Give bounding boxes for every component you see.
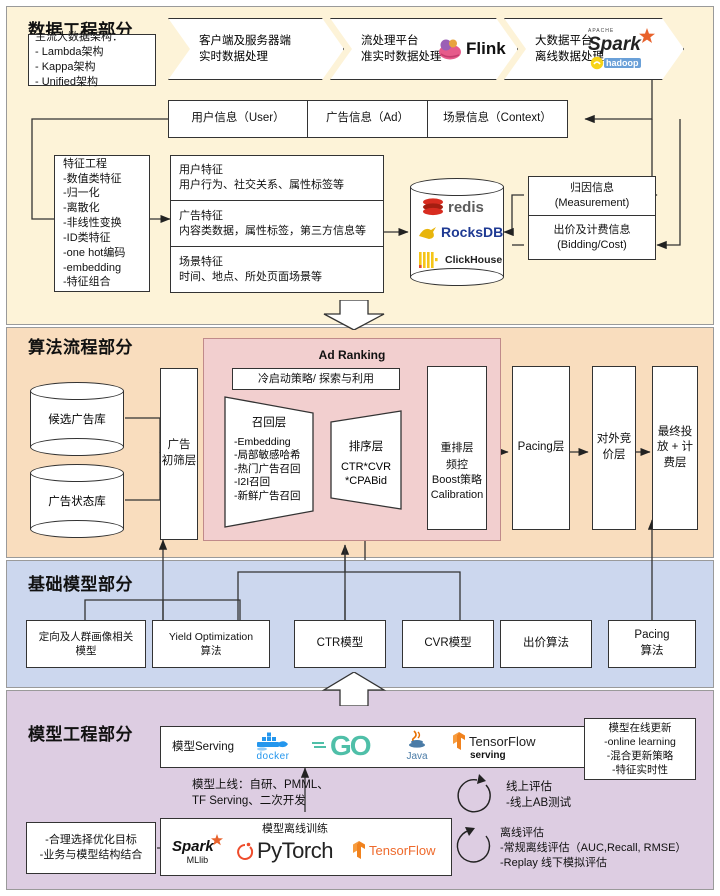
auction-layer-box: 对外竞 价层 [592, 366, 636, 530]
pacing-layer-box: Pacing层 [512, 366, 570, 530]
base-model-ctr: CTR模型 [294, 620, 386, 668]
base-model-cvr-label: CVR模型 [424, 637, 472, 650]
base-model-yield-opt: Yield Optimization 算法 [152, 620, 270, 668]
model-serving-label: 模型Serving [172, 741, 234, 753]
objective-box: -合理选择优化目标 -业务与模型结构结合 [26, 822, 156, 874]
down-arrow-data-to-algorithm [323, 300, 385, 330]
pipeline-stage-realtime-label: 客户端及服务器端 实时数据处理 [199, 34, 291, 63]
spark-logo: APACHE Spark [588, 28, 655, 56]
rocksdb-logo: RocksDB [418, 224, 503, 240]
spark-mllib-logo: Spark MLlib [172, 834, 223, 865]
recall-layer-label: 召回层 [251, 417, 287, 429]
feature-user-box: 用户特征 用户行为、社交关系、属性标签等 [170, 155, 384, 201]
candidate-ad-pool-cylinder: 候选广告库 [30, 382, 124, 456]
online-update-box: 模型在线更新 -online learning -混合更新策略 -特征实时性 [584, 718, 696, 780]
section-title-model-engineering: 模型工程部分 [28, 725, 133, 744]
redis-label: redis [448, 198, 484, 216]
tensorflow-serving-logo: TensorFlow serving [452, 732, 535, 761]
bigdata-architecture-box: 主流大数据架构： - Lambda架构 - Kappa架构 - Unified架… [28, 31, 156, 88]
mllib-label: MLlib [186, 855, 209, 865]
feature-context-text: 场景特征 时间、地点、所处页面场景等 [179, 255, 322, 283]
rank-layer-label: 排序层 [348, 441, 384, 453]
rank-layer: 排序层 CTR*CVR *CPABid [330, 410, 402, 510]
online-eval-loop-icon [457, 774, 491, 813]
measurement-text: 归因信息 (Measurement) [554, 182, 630, 209]
delivery-layer-box: 最终投 放 + 计 费层 [652, 366, 698, 530]
ad-status-pool-cylinder: 广告状态库 [30, 464, 124, 538]
section-title-base-model: 基础模型部分 [28, 575, 133, 594]
flink-logo: Flink [438, 38, 506, 60]
rerank-layer-box: 重排层 [427, 366, 487, 530]
docker-logo: docker [256, 731, 290, 762]
base-model-targeting: 定向及人群画像相关 模型 [26, 620, 146, 668]
base-model-pacing-label: Pacing 算法 [634, 629, 670, 657]
go-logo: GO [312, 730, 372, 761]
recall-layer-items: -Embedding -局部敏感哈希 -热门广告召回 -I2I召回 -新鲜广告召… [234, 436, 301, 502]
pipeline-stage-realtime: 客户端及服务器端 实时数据处理 [168, 18, 344, 80]
rerank-layer-text: 重排层 [440, 441, 474, 454]
delivery-layer-label: 最终投 放 + 计 费层 [656, 425, 694, 469]
clickhouse-logo: ClickHouse [418, 250, 502, 270]
feature-context-box: 场景特征 时间、地点、所处页面场景等 [170, 247, 384, 293]
base-model-pacing: Pacing 算法 [608, 620, 696, 668]
ad-ranking-title: Ad Ranking [318, 348, 386, 362]
auction-layer-label: 对外竞 价层 [596, 433, 632, 461]
clickhouse-label: ClickHouse [445, 254, 503, 266]
feature-user-text: 用户特征 用户行为、社交关系、属性标签等 [179, 164, 344, 191]
coldstart-strategy-box: 冷启动策略/ 探索与利用 [232, 368, 400, 390]
base-model-bidding-label: 出价算法 [523, 637, 569, 650]
offline-eval-label: 离线评估 -常规离线评估（AUC,Recall, RMSE） -Replay 线… [500, 827, 687, 869]
rerank-layer-items: 频控 Boost策略 Calibration [430, 459, 484, 501]
section-title-algorithm-flow: 算法流程部分 [28, 338, 133, 357]
measurement-box: 归因信息 (Measurement) [528, 176, 656, 216]
objective-text: -合理选择优化目标 -业务与模型结构结合 [39, 834, 143, 861]
java-logo: Java [406, 729, 428, 762]
prefilter-layer-label: 广告 初筛层 [161, 439, 197, 467]
feature-engineering-box: 特征工程 -数值类特征 -归一化 -离散化 -非线性变换 -ID类特征 -one… [54, 155, 150, 292]
feature-ad-text: 广告特征 内容类数据，属性标签，第三方信息等 [179, 209, 366, 237]
online-eval-label: 线上评估 -线上AB测试 [506, 781, 572, 809]
base-model-yield-opt-label: Yield Optimization 算法 [168, 630, 254, 657]
feature-ad-box: 广告特征 内容类数据，属性标签，第三方信息等 [170, 201, 384, 247]
offline-training-label: 模型离线训练 [262, 823, 328, 835]
bidding-cost-text: 出价及计费信息 (Bidding/Cost) [553, 223, 631, 251]
base-model-bidding: 出价算法 [500, 620, 592, 668]
coldstart-strategy-label: 冷启动策略/ 探索与利用 [257, 372, 375, 385]
info-user: 用户信息（User） [168, 100, 308, 138]
info-context-label: 场景信息（Context） [443, 112, 552, 125]
info-user-label: 用户信息（User） [191, 112, 285, 125]
offline-eval-loop-icon [456, 827, 491, 863]
pytorch-logo: PyTorch [236, 838, 333, 864]
bigdata-architecture-text: 主流大数据架构： - Lambda架构 - Kappa架构 - Unified架… [35, 31, 123, 88]
recall-layer: 召回层 -Embedding -局部敏感哈希 -热门广告召回 -I2I召回 -新… [224, 396, 314, 528]
hadoop-logo: hadoop [590, 56, 641, 70]
up-arrow-modeleng-to-basemodel [321, 672, 387, 706]
candidate-ad-pool-label: 候选广告库 [48, 414, 106, 426]
info-context: 场景信息（Context） [428, 100, 568, 138]
base-model-ctr-label: CTR模型 [316, 637, 364, 650]
redis-logo: redis [422, 198, 484, 216]
prefilter-layer-box: 广告 初筛层 [160, 368, 198, 540]
model-deploy-note: 模型上线：自研、PMML、 TF Serving、二次开发 [192, 779, 329, 807]
tensorflow-logo: TensorFlow [352, 841, 435, 859]
info-ad: 广告信息（Ad） [308, 100, 428, 138]
ad-status-pool-label: 广告状态库 [48, 496, 106, 508]
pipeline-stage-stream-label: 流处理平台 准实时数据处理 [361, 34, 442, 63]
online-update-text: 模型在线更新 -online learning -混合更新策略 -特征实时性 [604, 721, 676, 777]
pacing-layer-label: Pacing层 [517, 441, 565, 454]
feature-engineering-text: 特征工程 -数值类特征 -归一化 -离散化 -非线性变换 -ID类特征 -one… [63, 157, 126, 289]
rank-layer-items: CTR*CVR *CPABid [340, 461, 392, 488]
base-model-targeting-label: 定向及人群画像相关 模型 [38, 630, 134, 657]
base-model-cvr: CVR模型 [402, 620, 494, 668]
info-ad-label: 广告信息（Ad） [325, 112, 410, 125]
bidding-cost-box: 出价及计费信息 (Bidding/Cost) [528, 216, 656, 260]
rocksdb-label: RocksDB [441, 224, 504, 240]
